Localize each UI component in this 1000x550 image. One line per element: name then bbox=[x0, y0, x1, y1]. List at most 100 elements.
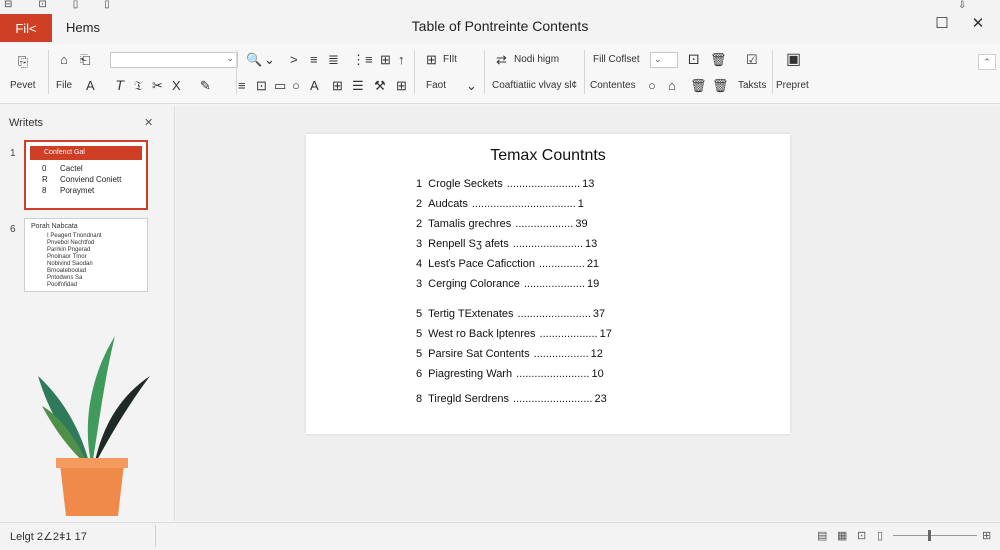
slide-thumbnail-1[interactable]: Confenct Gal 0 Cactel R Conviend Coniett… bbox=[24, 140, 148, 210]
group-label-font: Faot bbox=[426, 80, 447, 91]
thumbnail-line: Poolfnfidad bbox=[47, 282, 78, 288]
download-icon[interactable]: ⇩ bbox=[958, 0, 966, 11]
group-label-paragraph: Coaftiatiic vlvay sl¢ bbox=[492, 80, 578, 91]
group-label-file: File bbox=[56, 80, 73, 91]
toc-row[interactable]: 5 Parsire Sat Contents.................. 1… bbox=[416, 348, 603, 360]
thumbnail-line: Poraymet bbox=[60, 186, 95, 195]
wrench-icon[interactable]: ⚒ bbox=[374, 78, 386, 94]
toc-row[interactable]: 5 West ro Back lptenres..................… bbox=[416, 328, 612, 340]
list-icon[interactable]: ☰ bbox=[352, 78, 364, 94]
strikethrough-icon[interactable]: 𝔗 bbox=[134, 78, 143, 94]
pane-title: Writets bbox=[9, 117, 44, 129]
align-center-icon[interactable]: ≣ bbox=[328, 52, 339, 68]
status-bar: Lelgt 2∠2ǂ1 17 ▤ ▦ ⊡ ▯ ⊞ bbox=[0, 522, 1000, 550]
toc-leader-dots: .................................. bbox=[471, 198, 576, 210]
goto-icon[interactable]: > bbox=[290, 52, 298, 68]
toc-row[interactable]: 4 Lesťs Pace Caficction............... 21 bbox=[416, 258, 599, 270]
divider bbox=[48, 50, 49, 94]
toc-number: 5 bbox=[416, 348, 423, 360]
arrow-up-icon[interactable]: ↑ bbox=[398, 52, 405, 68]
insert-icon[interactable]: ⊞ bbox=[426, 52, 437, 68]
grid-icon[interactable]: ⊞ bbox=[396, 78, 407, 94]
present-icon[interactable]: ▣ bbox=[786, 52, 801, 68]
thumbnail-marker: R bbox=[42, 175, 48, 184]
style-top-label[interactable]: Nodi higm bbox=[514, 54, 559, 65]
redo-icon[interactable]: ▯ bbox=[73, 0, 79, 12]
trash-icon[interactable]: 🗑 bbox=[712, 78, 729, 94]
table-icon[interactable]: ⊞ bbox=[332, 78, 343, 94]
toc-row[interactable]: 2 Tamalis grechres................... 39 bbox=[416, 218, 588, 230]
chevron-down-icon[interactable]: ⌄ bbox=[264, 52, 275, 68]
slide-canvas[interactable]: Temax Countnts 1 Crogle Seckets..........… bbox=[306, 134, 790, 434]
notes-icon[interactable]: ▤ bbox=[817, 529, 827, 542]
bullet-list-icon[interactable]: ⋮≡ bbox=[352, 52, 373, 68]
cut-icon[interactable]: ✂ bbox=[152, 78, 163, 94]
align-left-icon[interactable]: ≡ bbox=[310, 52, 318, 68]
chevron-down-icon[interactable]: ⌄ bbox=[466, 78, 477, 94]
thumbnail-header: Confenct Gal bbox=[30, 146, 142, 160]
clipboard-icon[interactable]: ⎘ bbox=[18, 54, 28, 70]
toc-row[interactable]: 5 Tertig TExtenates......................… bbox=[416, 308, 605, 320]
slide-title[interactable]: Temax Countnts bbox=[306, 147, 790, 165]
edit-top-label[interactable]: Fill Coflset bbox=[593, 54, 640, 65]
toc-page-number: 23 bbox=[594, 393, 607, 405]
ribbon-collapse-button[interactable]: ⌃ bbox=[978, 54, 996, 70]
insert-icon[interactable]: ⊞ bbox=[380, 52, 391, 68]
undo-icon[interactable]: ⊡ bbox=[38, 0, 46, 12]
toc-row[interactable]: 3 Cerging Colorance.................... 19 bbox=[416, 278, 599, 290]
thumbnail-marker: 8 bbox=[42, 186, 47, 195]
thumbnail-line: Nobivind Saodan bbox=[47, 261, 93, 267]
title-bar: ⊟ ⊡ ▯ ▯ Fil< Hems Table of Pontreinte Co… bbox=[0, 0, 1000, 44]
align-left-icon[interactable]: ≡ bbox=[238, 78, 246, 94]
ribbon: ⎘ Pevet ⌂ ⎗ ⌄ File A 𝘛 𝔗 ✂ X ✎ 🔍 ⌄ > ≡ ≣… bbox=[0, 44, 1000, 104]
text-a-icon[interactable]: A bbox=[310, 78, 319, 94]
font-color-icon[interactable]: A bbox=[86, 78, 95, 94]
toc-row[interactable]: 6 Piagresting Warh.......................… bbox=[416, 368, 604, 380]
replace-icon[interactable]: ⇄ bbox=[496, 52, 507, 68]
font-name-combo[interactable]: ⌄ bbox=[110, 52, 238, 68]
rectangle-icon[interactable]: ▭ bbox=[274, 78, 286, 94]
save-icon[interactable]: ⊟ bbox=[4, 0, 12, 12]
checklist-icon[interactable]: ☑ bbox=[746, 52, 758, 68]
pen-icon[interactable]: ✎ bbox=[200, 78, 211, 94]
toc-row[interactable]: 1 Crogle Seckets........................ 1… bbox=[416, 178, 594, 190]
thumbnail-header: Porah Nabcata bbox=[31, 223, 78, 230]
toc-row[interactable]: 2 Audcats................................… bbox=[416, 198, 584, 210]
slide-thumbnail-2[interactable]: Porah Nabcata I Peagert Tnondnant Pnvebo… bbox=[24, 218, 148, 292]
copy-icon[interactable]: ⎗ bbox=[80, 52, 90, 68]
toc-leader-dots: .................... bbox=[523, 278, 585, 290]
zoom-slider-handle[interactable] bbox=[928, 530, 931, 541]
reading-view-icon[interactable]: ⊡ bbox=[857, 529, 866, 542]
toc-row[interactable]: 8 Tiregld Serdrens.......................… bbox=[416, 393, 607, 405]
close-button[interactable]: ✕ bbox=[968, 14, 988, 32]
font-top-label[interactable]: FIlt bbox=[443, 54, 457, 65]
trash-icon[interactable]: 🗑 bbox=[690, 78, 707, 94]
slideshow-icon[interactable]: ▯ bbox=[877, 529, 883, 542]
customize-icon[interactable]: ▯ bbox=[104, 0, 110, 12]
thumbnail-line: Pnvebol Nechtfod bbox=[47, 240, 95, 246]
dice-icon[interactable]: ⚀ bbox=[688, 52, 699, 68]
italic-icon[interactable]: 𝘛 bbox=[116, 78, 124, 94]
close-icon[interactable]: ✕ bbox=[144, 116, 153, 129]
thumbnail-marker: 0 bbox=[42, 164, 47, 173]
circle-icon[interactable]: ○ bbox=[648, 78, 656, 94]
edit-combo[interactable]: ⌄ bbox=[650, 52, 678, 68]
clear-format-icon[interactable]: X bbox=[172, 78, 181, 94]
normal-view-icon[interactable]: ▦ bbox=[837, 529, 847, 542]
circle-icon[interactable]: ○ bbox=[292, 78, 300, 94]
search-icon[interactable]: 🔍 bbox=[246, 52, 262, 68]
shape-icon[interactable]: ⊡ bbox=[256, 78, 267, 94]
zoom-slider[interactable] bbox=[893, 535, 977, 536]
maximize-button[interactable]: ☐ bbox=[932, 14, 952, 32]
thumbnail-line: Conviend Coniett bbox=[60, 175, 122, 184]
trash-icon[interactable]: 🗑 bbox=[710, 52, 727, 68]
toc-row[interactable]: 3 Renpell Sʒ afets.......................… bbox=[416, 238, 597, 250]
format-painter-icon[interactable]: ⌂ bbox=[60, 52, 68, 68]
toc-entry-text: Audcats bbox=[428, 198, 468, 210]
toc-leader-dots: ................... bbox=[539, 328, 598, 340]
toc-number: 5 bbox=[416, 308, 423, 320]
toc-number: 2 bbox=[416, 218, 423, 230]
plant-pot-rim bbox=[56, 458, 128, 468]
person-icon[interactable]: ⌂ bbox=[668, 78, 676, 94]
fit-slide-icon[interactable]: ⊞ bbox=[982, 529, 991, 542]
